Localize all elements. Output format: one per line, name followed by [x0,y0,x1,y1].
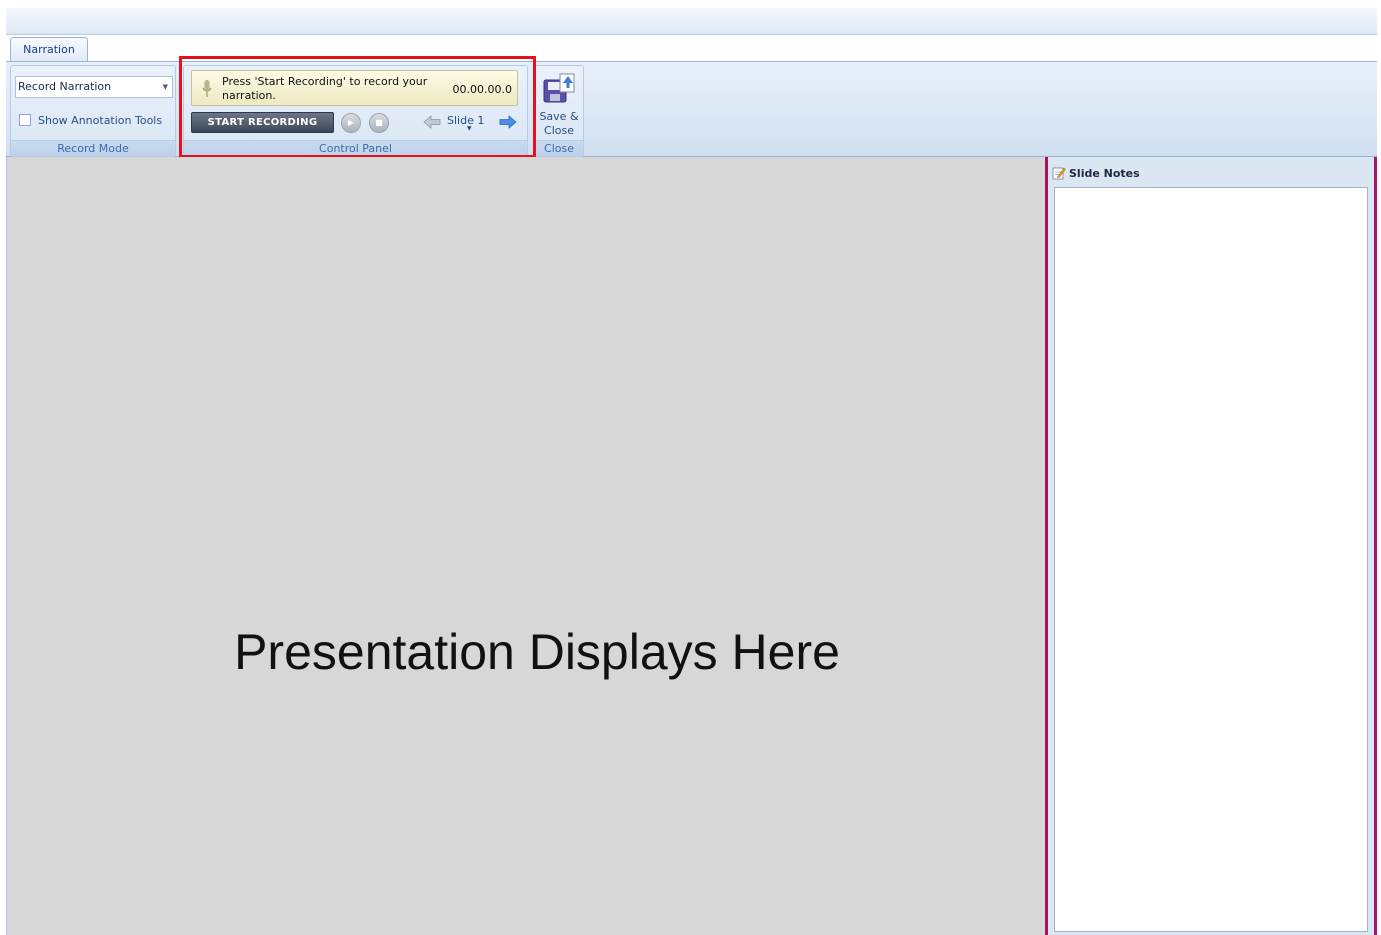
presentation-placeholder: Presentation Displays Here [234,624,840,680]
stop-icon: ■ [375,118,383,127]
chevron-down-icon: ▼ [162,83,168,91]
slide-notes-title: Slide Notes [1069,166,1140,180]
close-group: Save & Close Close [534,65,584,157]
chevron-down-icon: ▼ [467,125,472,132]
tab-narration[interactable]: Narration [10,37,88,62]
status-message: Press 'Start Recording' to record your n… [222,75,428,102]
annotation-tools-checkbox[interactable] [19,114,31,126]
control-panel-group-label: Control Panel [184,140,527,156]
slide-notes-textarea[interactable] [1054,187,1368,932]
save-close-icon [543,73,575,103]
recording-timer: 00.00.00.0 [452,83,512,96]
slide-notes-header: Slide Notes [1052,163,1140,183]
slide-notes-pane: Slide Notes [1045,157,1377,935]
annotation-tools-toggle[interactable]: Show Annotation Tools [19,112,162,128]
control-panel-group: Press 'Start Recording' to record your n… [183,65,528,157]
notes-pencil-icon [1052,167,1066,180]
ribbon: Record Narration ▼ Show Annotation Tools… [6,61,1377,157]
close-group-label: Close [535,140,583,156]
presentation-stage: Presentation Displays Here [6,157,1045,935]
record-mode-group: Record Narration ▼ Show Annotation Tools… [10,65,176,157]
slide-selector[interactable]: Slide 1 ▼ [447,114,491,134]
annotation-tools-label: Show Annotation Tools [38,113,163,127]
status-message-box: Press 'Start Recording' to record your n… [191,70,518,106]
play-button[interactable]: ▶ [341,113,361,133]
record-mode-value: Record Narration [18,80,112,93]
previous-slide-arrow-icon[interactable] [422,113,442,131]
start-recording-button[interactable]: START RECORDING [191,112,334,133]
microphone-icon [202,80,212,97]
record-mode-group-label: Record Mode [11,140,175,156]
stop-button[interactable]: ■ [369,113,389,133]
next-slide-arrow-icon[interactable] [498,113,518,131]
slide-selector-value: Slide 1 [447,114,485,127]
play-icon: ▶ [347,118,355,127]
save-close-label: Save & Close [539,110,579,137]
record-mode-select[interactable]: Record Narration ▼ [15,76,173,98]
window-title-strip [6,8,1377,35]
